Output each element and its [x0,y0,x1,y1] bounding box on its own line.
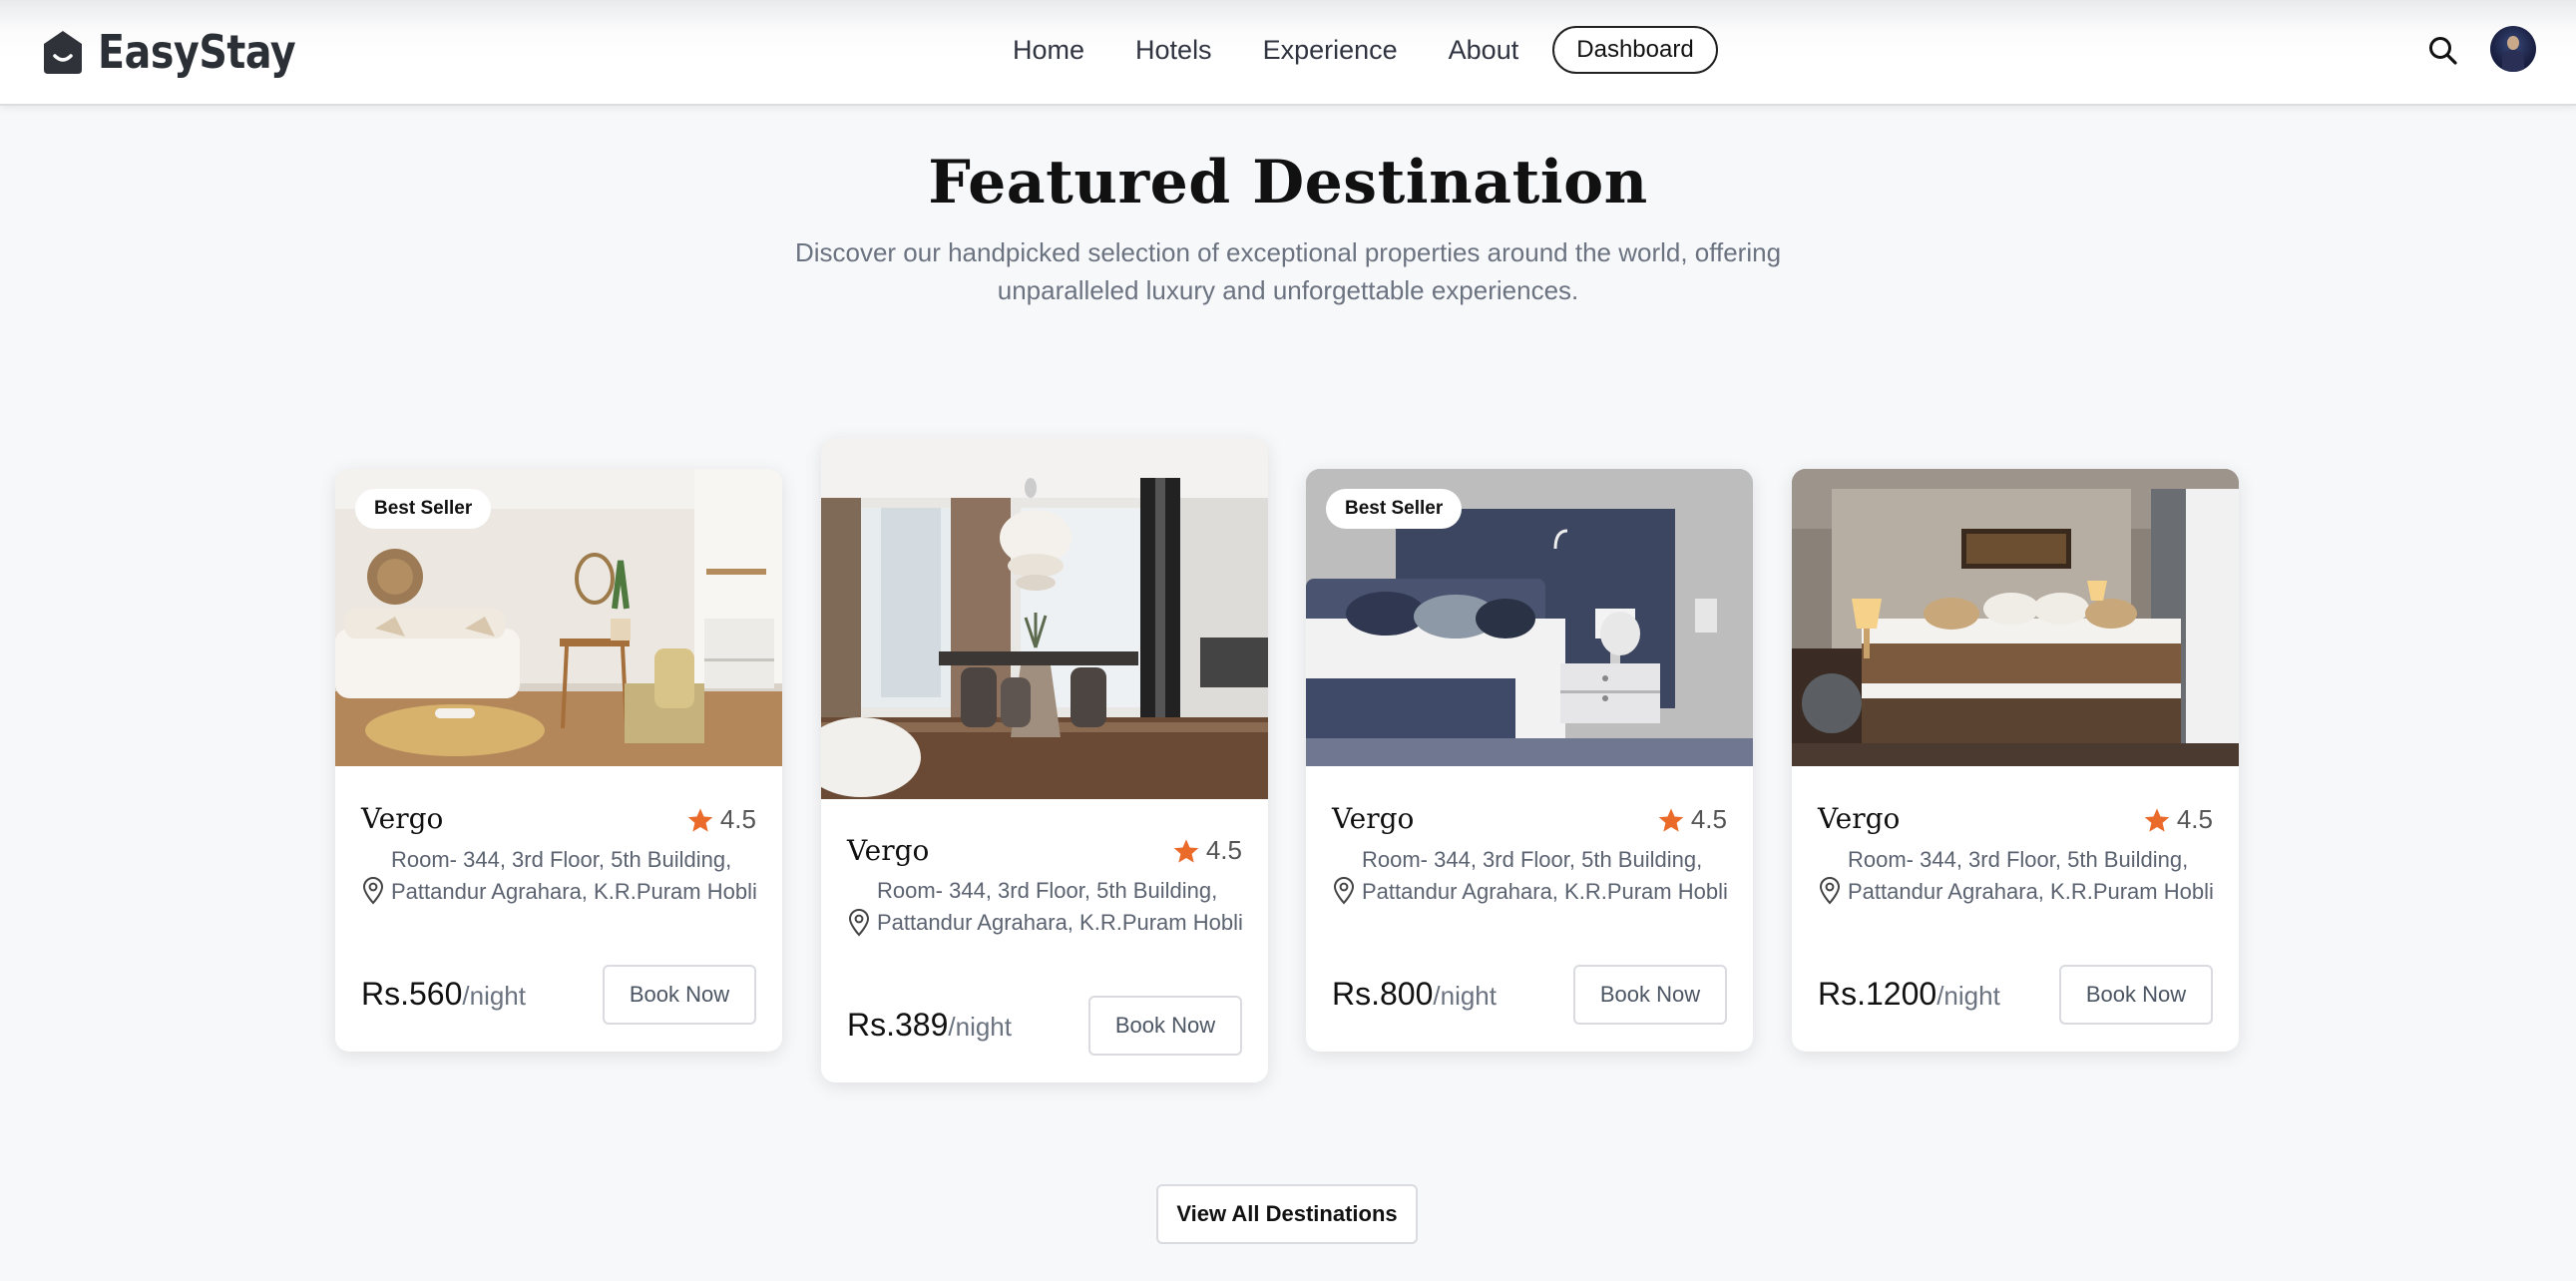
nav-experience-link[interactable]: Experience [1263,35,1398,66]
location-pin-icon [1819,877,1841,905]
price-unit: /night [1936,981,2000,1011]
nav-hotels-link[interactable]: Hotels [1135,35,1212,66]
hotel-name: Vergo [1818,802,1901,835]
price-amount: Rs.560 [361,976,463,1012]
star-icon [687,807,713,832]
hotel-image-living-room[interactable]: Best Seller [335,469,782,766]
hotel-card: Vergo 4.5 Room- 344, 3rd Floor, 5th Buil… [1792,469,2239,1052]
book-now-button[interactable]: Book Now [1573,965,1727,1025]
nav-about-link[interactable]: About [1449,35,1519,66]
price-unit: /night [462,981,526,1011]
nav-home-link[interactable]: Home [1013,35,1084,66]
hotel-name: Vergo [847,834,930,867]
hotel-address: Room- 344, 3rd Floor, 5th Building, Patt… [1848,847,2214,904]
best-seller-badge: Best Seller [355,489,492,529]
hotel-rating: 4.5 [1172,835,1242,866]
hotel-rating: 4.5 [686,804,756,835]
location-pin-icon [848,909,870,937]
section-title: Featured Destination [928,148,1648,217]
section-subtitle: Discover our handpicked selection of exc… [794,237,1782,305]
hotel-address: Room- 344, 3rd Floor, 5th Building, Patt… [1362,847,1728,904]
star-icon [1173,838,1199,863]
dashboard-button[interactable]: Dashboard [1552,26,1718,74]
hotel-rating: 4.5 [1657,804,1727,835]
rating-value: 4.5 [1690,804,1727,834]
hotel-image-hotel-bedroom[interactable] [1792,469,2239,766]
rating-value: 4.5 [1205,835,1242,865]
book-now-button[interactable]: Book Now [2059,965,2213,1025]
hotel-address: Room- 344, 3rd Floor, 5th Building, Patt… [391,847,757,904]
hotel-card: Vergo 4.5 Room- 344, 3rd Floor, 5th Buil… [821,438,1268,1082]
star-icon [2144,807,2170,832]
brand-name: EasyStay [98,25,296,79]
user-avatar[interactable] [2490,26,2536,72]
best-seller-badge: Best Seller [1326,489,1463,529]
hotel-card: Best Seller Vergo 4.5 Room- 344, 3rd Flo… [335,469,782,1052]
hotel-name: Vergo [361,802,444,835]
rating-value: 4.5 [719,804,756,834]
hotel-rating: 4.5 [2143,804,2213,835]
hotel-address: Room- 344, 3rd Floor, 5th Building, Patt… [877,878,1243,935]
top-navbar: EasyStay Home Hotels Experience About Da… [0,0,2576,106]
brand-logo[interactable]: EasyStay [40,25,328,79]
location-pin-icon [1333,877,1355,905]
rating-value: 4.5 [2176,804,2213,834]
house-smile-icon [44,31,82,74]
price-unit: /night [948,1012,1012,1042]
search-button[interactable] [2426,34,2460,68]
star-icon [1658,807,1684,832]
hotel-image-navy-bedroom[interactable]: Best Seller [1306,469,1753,766]
book-now-button[interactable]: Book Now [1088,996,1242,1056]
hotel-name: Vergo [1332,802,1415,835]
price-unit: /night [1433,981,1497,1011]
hotel-card: Best Seller Vergo 4.5 Room- 344, 3rd Flo… [1306,469,1753,1052]
hotel-image-dining-room[interactable] [821,438,1268,799]
hotel-price: Rs.1200 /night [1818,976,2000,1013]
price-amount: Rs.389 [847,1007,949,1043]
hotel-price: Rs.560 /night [361,976,526,1013]
price-amount: Rs.800 [1332,976,1434,1012]
price-amount: Rs.1200 [1818,976,1937,1012]
main-nav: Home Hotels Experience About [1013,30,1569,70]
hotel-price: Rs.389 /night [847,1007,1012,1044]
book-now-button[interactable]: Book Now [603,965,756,1025]
view-all-destinations-button[interactable]: View All Destinations [1156,1184,1418,1244]
search-icon [2429,37,2457,65]
location-pin-icon [362,877,384,905]
hotel-price: Rs.800 /night [1332,976,1497,1013]
